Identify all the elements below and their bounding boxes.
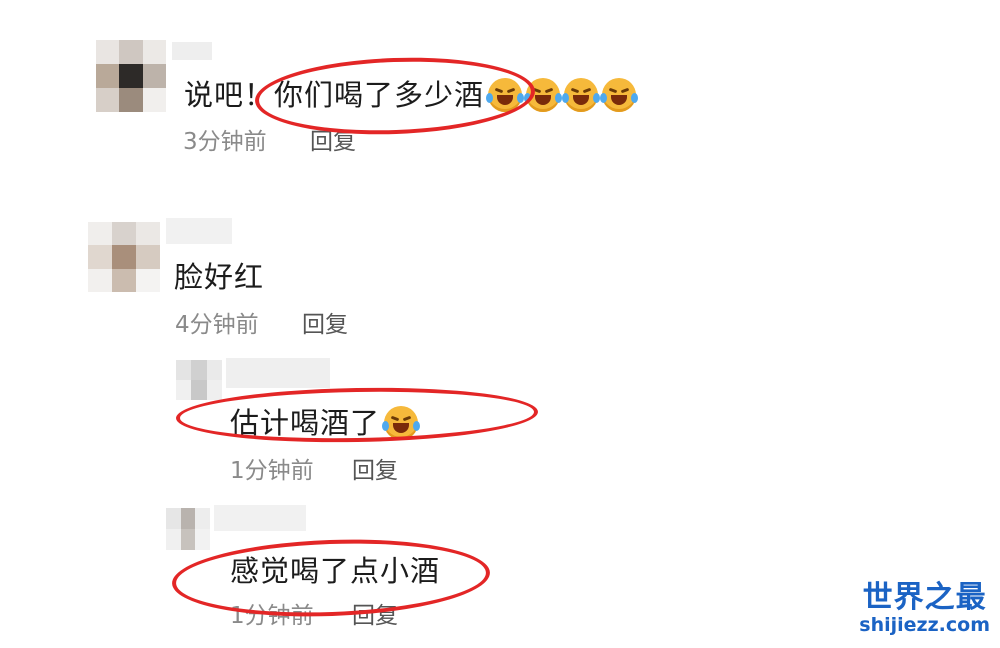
username-blurred[interactable] [214,505,306,531]
username-blurred[interactable] [226,358,330,388]
avatar[interactable] [176,360,222,400]
avatar[interactable] [166,508,210,550]
comment-text-content: 脸好红 [174,260,265,294]
watermark-logo: 世界之最 shijiezz.com [859,580,990,637]
username-blurred[interactable] [166,218,232,244]
avatar[interactable] [96,40,166,112]
laughing-crying-emoji-icon [600,78,639,112]
highlight-oval [170,534,492,622]
reply-button[interactable]: 回复 [302,311,348,339]
highlight-oval [175,384,539,446]
watermark-url: shijiezz.com [859,614,990,636]
reply-button[interactable]: 回复 [352,457,398,485]
comment-text: 脸好红 [174,260,264,294]
username-blurred[interactable] [172,42,212,60]
comment-time: 3分钟前 [183,129,267,155]
avatar[interactable] [88,222,160,292]
watermark-title: 世界之最 [862,580,987,615]
comment-time: 1分钟前 [230,458,314,484]
laughing-crying-emoji-icon [562,78,601,112]
highlight-oval [253,53,537,139]
comment-time: 4分钟前 [175,312,259,338]
